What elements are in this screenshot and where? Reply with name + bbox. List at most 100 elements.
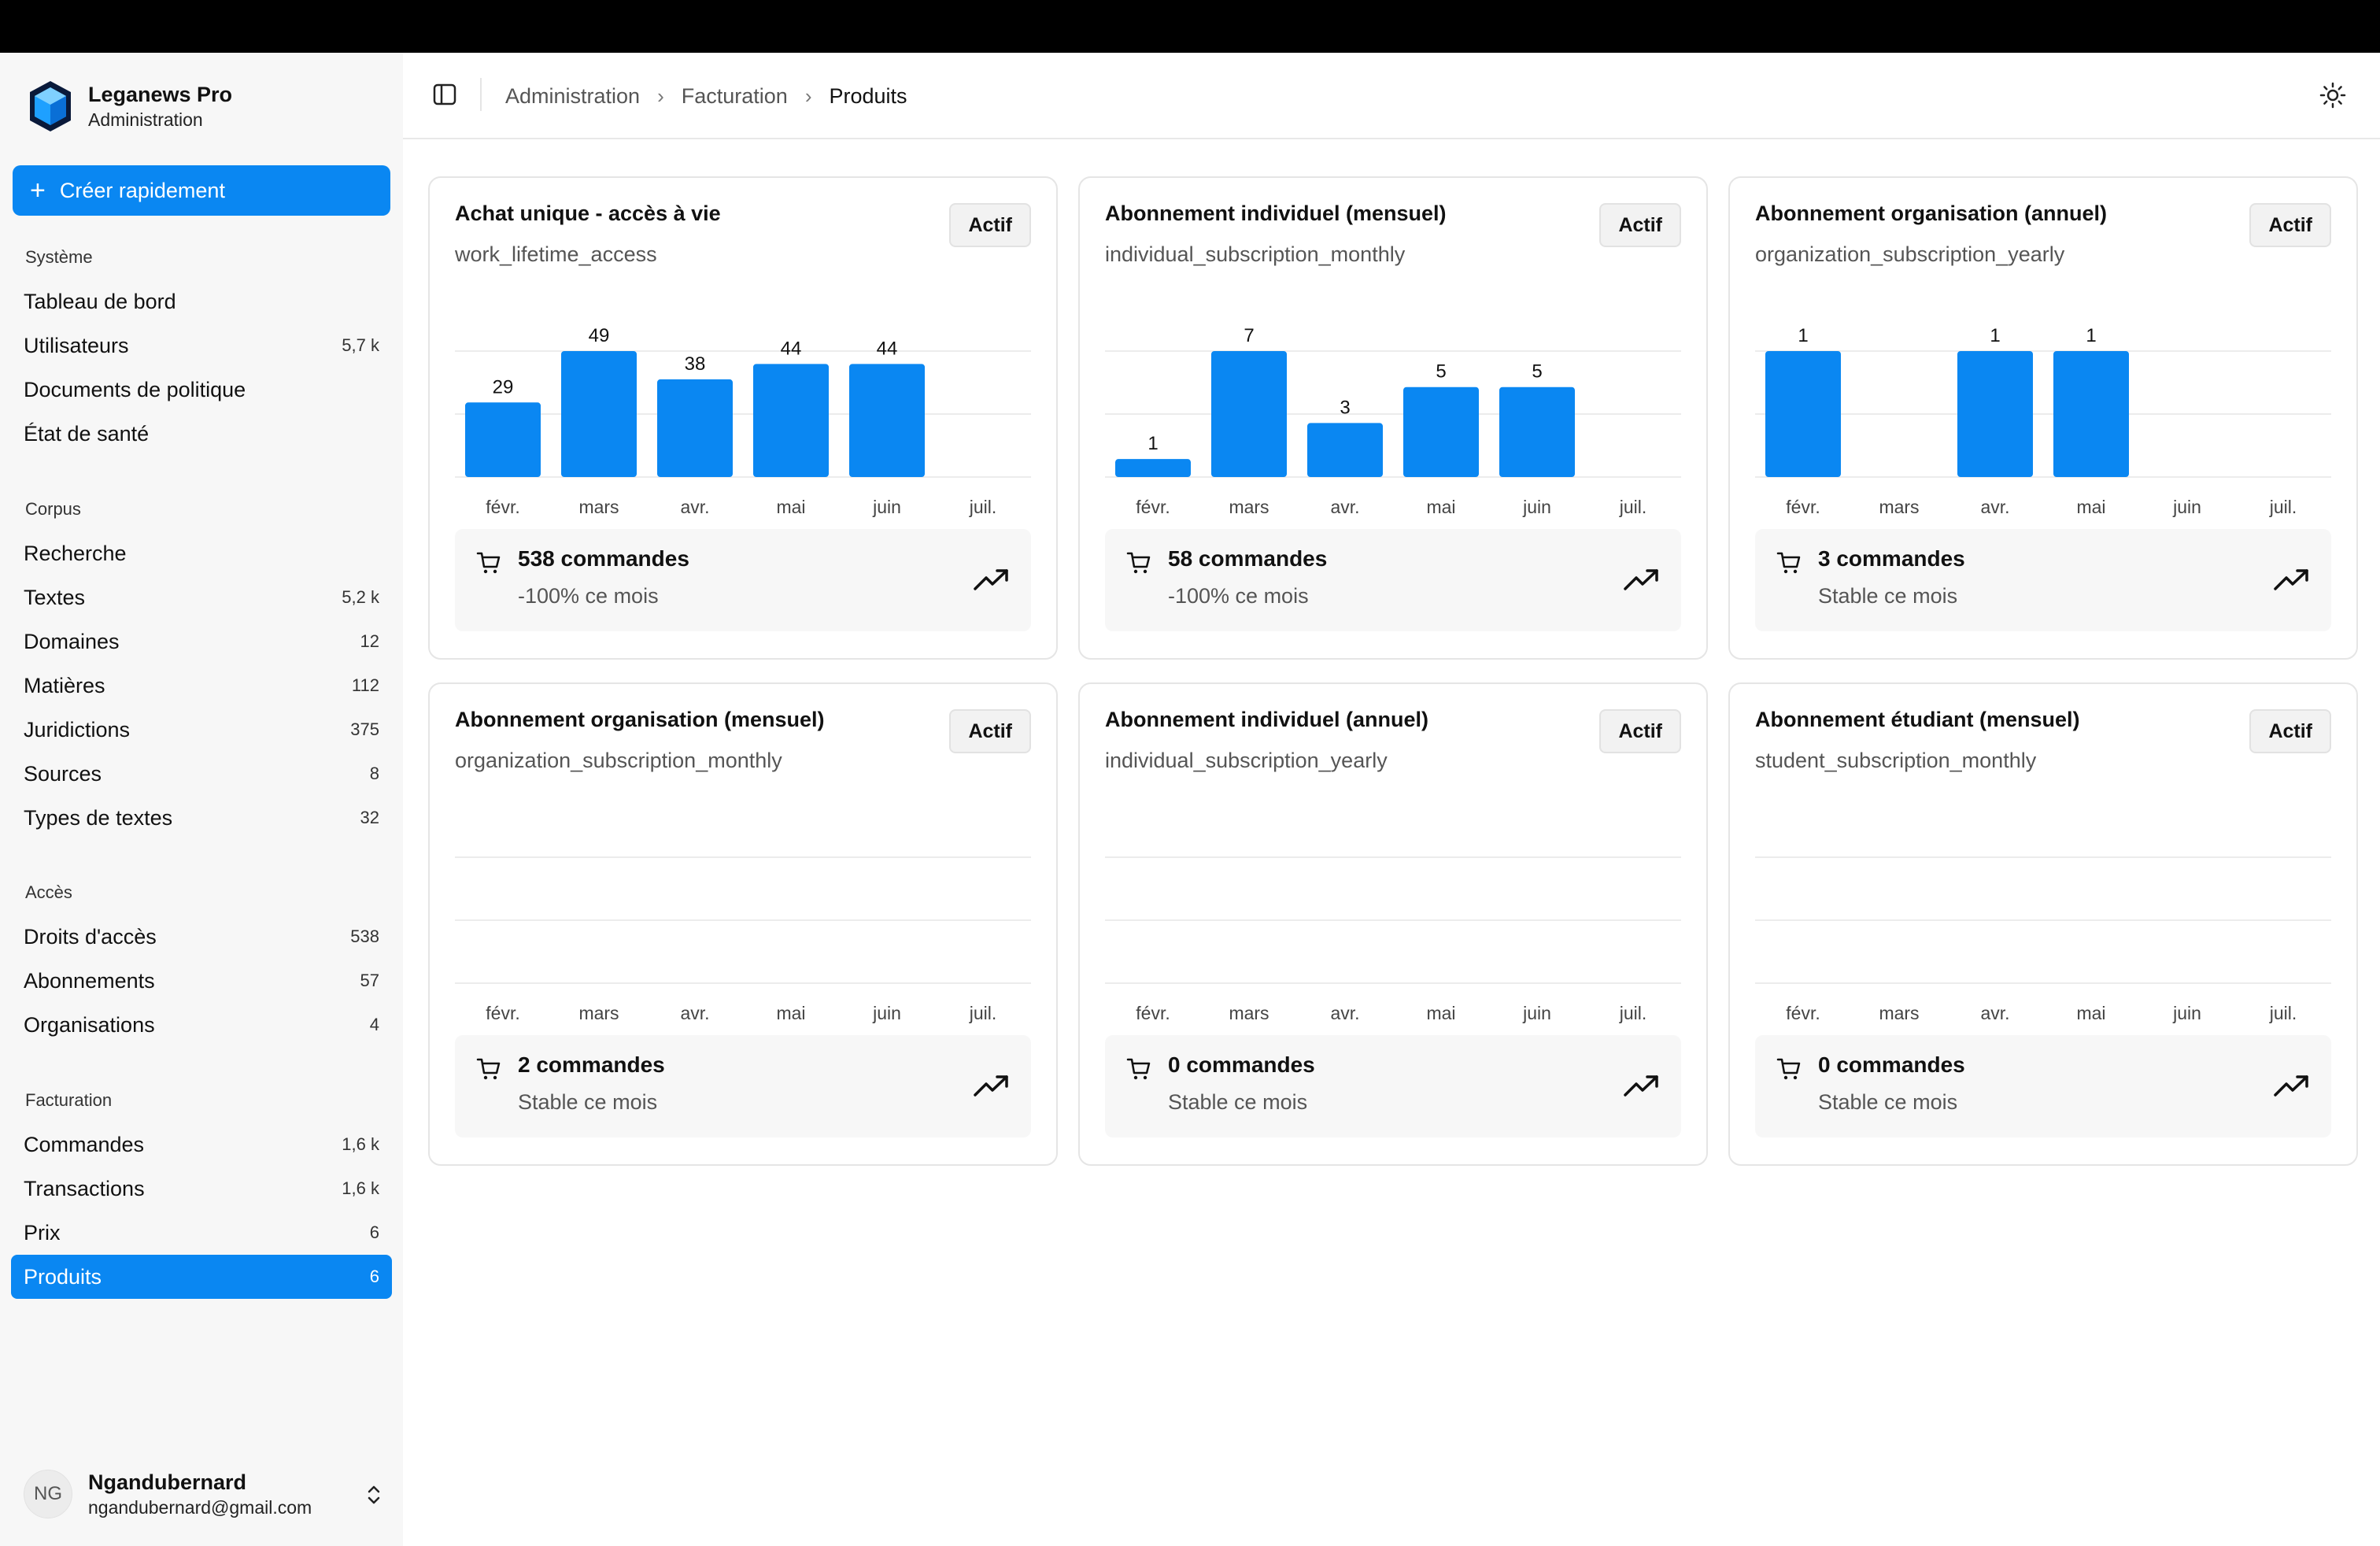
sidebar-item-transactions[interactable]: Transactions 1,6 k: [11, 1167, 392, 1211]
product-title: Abonnement organisation (mensuel): [455, 708, 825, 731]
trend-text: -100% ce mois: [518, 584, 659, 608]
order-stats: 58 commandes -100% ce mois: [1105, 529, 1681, 631]
chevron-up-down-icon[interactable]: [362, 1481, 386, 1508]
sidebar-item-label: Prix: [24, 1220, 61, 1245]
bar-value-label: 3: [1340, 397, 1350, 418]
status-badge[interactable]: Actif: [1599, 709, 1681, 753]
x-tick-label: juil.: [1619, 497, 1647, 517]
chart-bar[interactable]: [1765, 351, 1841, 477]
product-code: organization_subscription_yearly: [1755, 242, 2065, 266]
x-tick-label: juin: [2172, 497, 2201, 517]
chart-bar[interactable]: [465, 402, 541, 477]
sidebar-item-label: Abonnements: [24, 968, 155, 993]
status-badge[interactable]: Actif: [949, 709, 1031, 753]
product-card[interactable]: Achat unique - accès à vie work_lifetime_…: [428, 176, 1058, 660]
x-tick-label: févr.: [1786, 1003, 1820, 1023]
sidebar-item-prix[interactable]: Prix 6: [11, 1211, 392, 1255]
cart-icon: [476, 1058, 501, 1080]
chart-bar[interactable]: [1499, 386, 1575, 477]
system-top-bar: [0, 0, 2380, 53]
chart-bar[interactable]: [657, 379, 733, 477]
x-tick-label: mars: [1229, 1003, 1269, 1023]
x-tick-label: févr.: [486, 497, 519, 517]
quick-create-button[interactable]: + Créer rapidement: [13, 165, 390, 216]
sidebar-item-count: 6: [369, 1267, 379, 1286]
chart-bar[interactable]: [1957, 351, 2033, 477]
chart-bar[interactable]: [1211, 351, 1287, 477]
bar-value-label: 7: [1244, 325, 1254, 346]
sidebar-item-textes[interactable]: Textes 5,2 k: [11, 575, 392, 620]
product-card[interactable]: Abonnement organisation (mensuel) organiz…: [428, 682, 1058, 1166]
breadcrumb-facturation[interactable]: Facturation: [682, 84, 788, 109]
sidebar-item-count: 5,2 k: [342, 587, 379, 607]
sidebar-item-count: 375: [350, 719, 379, 739]
sidebar-toggle-icon[interactable]: [431, 81, 458, 108]
sidebar-item-label: Utilisateurs: [24, 333, 129, 357]
x-tick-label: mars: [1229, 497, 1269, 517]
x-tick-label: mars: [578, 1003, 619, 1023]
product-card[interactable]: Abonnement individuel (mensuel) individua…: [1078, 176, 1708, 660]
product-title: Abonnement organisation (annuel): [1755, 202, 2108, 225]
order-count: 2 commandes: [518, 1052, 665, 1077]
product-card[interactable]: Abonnement organisation (annuel) organiza…: [1728, 176, 2358, 660]
breadcrumb-administration[interactable]: Administration: [505, 84, 640, 109]
product-code: student_subscription_monthly: [1755, 749, 2037, 772]
sidebar-item-count: 6: [369, 1222, 379, 1242]
sidebar: Leganews Pro Administration + Créer rapi…: [0, 53, 403, 1546]
product-card[interactable]: Abonnement étudiant (mensuel) student_sub…: [1728, 682, 2358, 1166]
bar-value-label: 5: [1436, 361, 1446, 383]
chart-bar[interactable]: [753, 364, 829, 477]
bar-value-label: 1: [1990, 325, 2000, 346]
sidebar-item-organisations[interactable]: Organisations 4: [11, 1003, 392, 1047]
sun-icon[interactable]: [2319, 81, 2347, 109]
sidebar-item-types-de-textes[interactable]: Types de textes 32: [11, 796, 392, 840]
x-tick-label: mai: [776, 1003, 805, 1023]
sidebar-item-domaines[interactable]: Domaines 12: [11, 620, 392, 664]
sidebar-item-documents-de-politique[interactable]: Documents de politique: [11, 368, 392, 412]
chart-bar[interactable]: [1307, 423, 1383, 477]
trending-up-icon: [2274, 569, 2308, 590]
sidebar-item-abonnements[interactable]: Abonnements 57: [11, 959, 392, 1003]
user-name: Ngandubernard: [88, 1470, 247, 1494]
app-subtitle: Administration: [88, 109, 203, 130]
order-count: 0 commandes: [1818, 1052, 1965, 1077]
sidebar-item-etat-de-sante[interactable]: État de santé: [11, 412, 392, 456]
status-badge[interactable]: Actif: [2249, 709, 2331, 753]
sidebar-item-droits-d-acces[interactable]: Droits d'accès 538: [11, 915, 392, 959]
chart-bar[interactable]: [2053, 351, 2129, 477]
sidebar-item-label: Documents de politique: [24, 377, 246, 401]
status-badge[interactable]: Actif: [949, 203, 1031, 247]
sidebar-item-produits[interactable]: Produits 6: [11, 1255, 392, 1299]
sidebar-item-label: Sources: [24, 761, 102, 786]
sidebar-item-utilisateurs[interactable]: Utilisateurs 5,7 k: [11, 324, 392, 368]
bar-value-label: 49: [589, 325, 610, 346]
sidebar-item-juridictions[interactable]: Juridictions 375: [11, 708, 392, 752]
sidebar-item-sources[interactable]: Sources 8: [11, 752, 392, 796]
sidebar-item-count: 5,7 k: [342, 335, 379, 355]
sidebar-item-tableau-de-bord[interactable]: Tableau de bord: [11, 279, 392, 324]
sidebar-item-matieres[interactable]: Matières 112: [11, 664, 392, 708]
trend-text: -100% ce mois: [1168, 584, 1309, 608]
nav-heading: Accès: [25, 882, 72, 902]
sidebar-item-count: 4: [369, 1015, 379, 1034]
brand[interactable]: Leganews Pro Administration: [28, 75, 232, 138]
status-badge[interactable]: Actif: [2249, 203, 2331, 247]
status-badge[interactable]: Actif: [1599, 203, 1681, 247]
sidebar-item-recherche[interactable]: Recherche: [11, 531, 392, 575]
x-tick-label: avr.: [1980, 1003, 2009, 1023]
chart-bar[interactable]: [1115, 459, 1191, 477]
user-menu[interactable]: NG Ngandubernard ngandubernard@gmail.com: [24, 1466, 386, 1522]
sidebar-item-count: 1,6 k: [342, 1178, 379, 1198]
x-tick-label: avr.: [680, 497, 709, 517]
chart-bar[interactable]: [1403, 386, 1479, 477]
x-tick-label: juil.: [2269, 497, 2297, 517]
x-tick-label: mars: [578, 497, 619, 517]
sidebar-item-label: Domaines: [24, 629, 120, 653]
chart-bar[interactable]: [849, 364, 925, 477]
product-card[interactable]: Abonnement individuel (annuel) individual…: [1078, 682, 1708, 1166]
x-tick-label: mai: [776, 497, 805, 517]
sidebar-item-commandes[interactable]: Commandes 1,6 k: [11, 1123, 392, 1167]
chart-bar[interactable]: [561, 351, 637, 477]
sidebar-item-label: Juridictions: [24, 717, 131, 742]
x-tick-label: mars: [1879, 497, 1919, 517]
